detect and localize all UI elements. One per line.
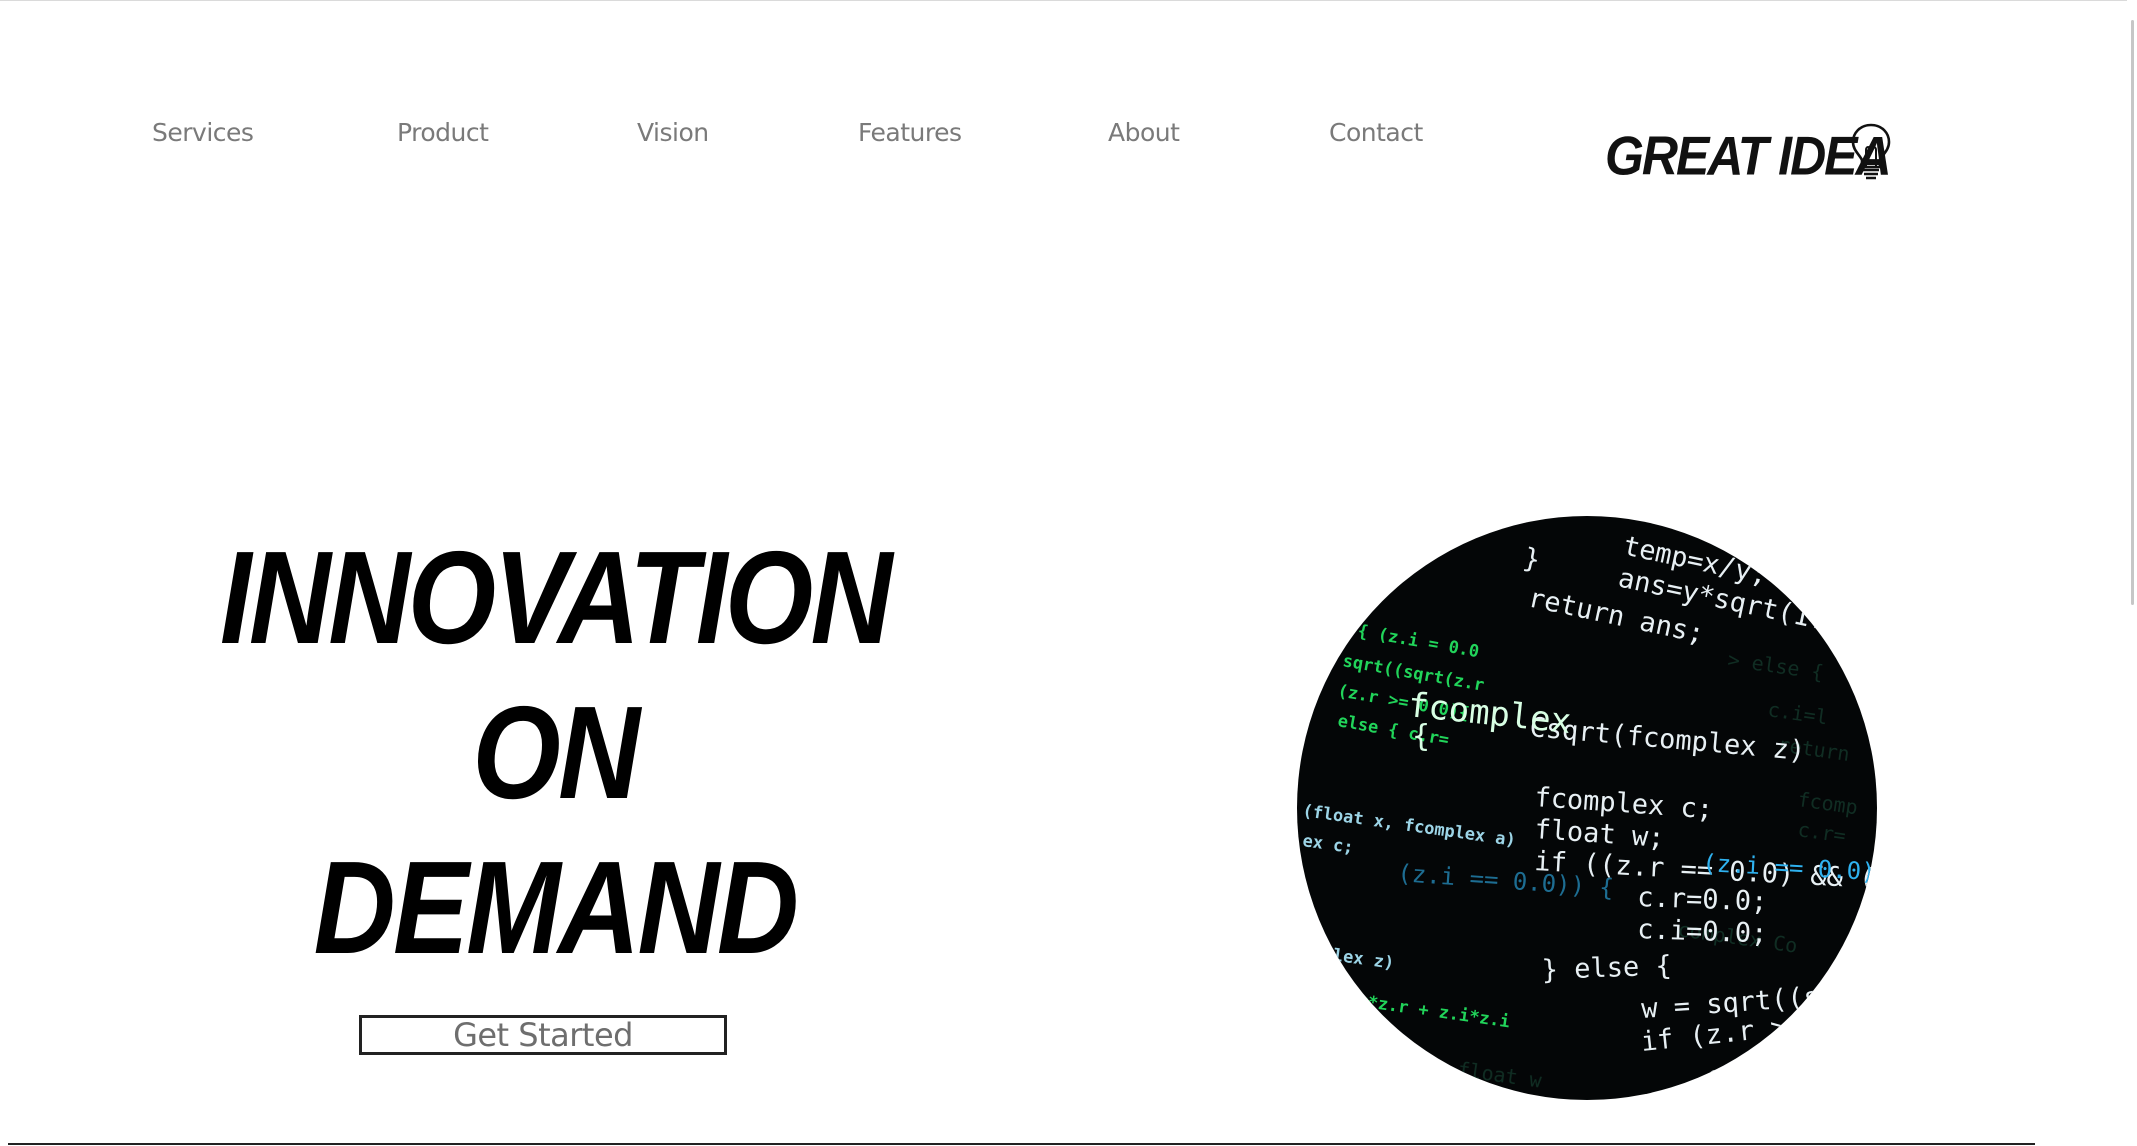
nav-item-about[interactable]: About xyxy=(1108,118,1180,147)
bottom-divider xyxy=(8,1143,2035,1145)
svg-text:r*z.r + z.i*z.i: r*z.r + z.i*z.i xyxy=(1356,991,1511,1032)
get-started-button[interactable]: Get Started xyxy=(359,1015,727,1055)
code-image-green-glyphs: { (z.i = 0.0 sqrt((sqrt(z.r (z.r >= 0.0)… xyxy=(1301,621,1517,1032)
hero-title-line-1: INNOVATION xyxy=(219,524,893,671)
svg-text:c.r=: c.r= xyxy=(1704,1055,1772,1093)
svg-text:ex c;: ex c; xyxy=(1301,831,1354,858)
hero-title-line-3: DEMAND xyxy=(313,834,799,981)
nav-item-contact[interactable]: Contact xyxy=(1329,118,1423,147)
svg-text:c.i=0.0;: c.i=0.0; xyxy=(1637,914,1768,950)
svg-text:> else {: > else { xyxy=(1726,647,1825,684)
main-nav: Services Product Vision Features About C… xyxy=(0,118,1500,158)
scrollbar-thumb[interactable] xyxy=(2131,20,2134,605)
code-screen-image: > else { c.i=l return fcomp c.r= complex… xyxy=(1297,516,1877,1100)
logo[interactable]: GREAT IDEA xyxy=(1605,118,1905,198)
svg-text:} else {: } else { xyxy=(1541,950,1672,986)
svg-text:omplex z): omplex z) xyxy=(1301,941,1395,974)
lightbulb-icon xyxy=(1851,123,1891,180)
svg-text:}: } xyxy=(1521,543,1543,577)
nav-item-vision[interactable]: Vision xyxy=(637,118,709,147)
nav-item-product[interactable]: Product xyxy=(397,118,489,147)
svg-text:c.r=: c.r= xyxy=(1796,817,1847,847)
hero-title-line-2: ON xyxy=(472,679,640,826)
svg-text:float w: float w xyxy=(1456,1057,1544,1093)
svg-text:{: { xyxy=(1412,719,1430,754)
nav-item-services[interactable]: Services xyxy=(152,118,254,147)
svg-text:c.i=l: c.i=l xyxy=(1766,697,1829,729)
logo-text: GREAT IDEA xyxy=(1605,125,1892,187)
top-divider xyxy=(0,0,2137,1)
svg-text:c.r=0.0;: c.r=0.0; xyxy=(1637,882,1768,918)
nav-item-features[interactable]: Features xyxy=(858,118,962,147)
hero-title: INNOVATION ON DEMAND xyxy=(211,520,899,985)
svg-text:fcomp: fcomp xyxy=(1796,787,1859,819)
